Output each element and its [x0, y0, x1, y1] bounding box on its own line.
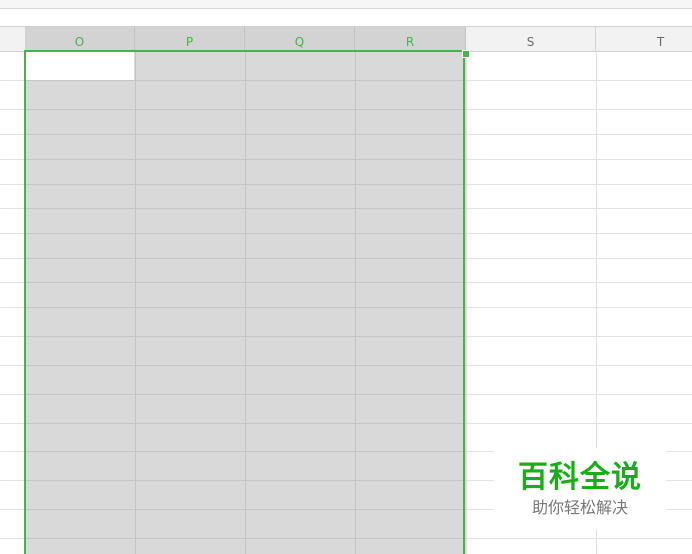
selected-column-line — [245, 51, 246, 554]
fill-handle[interactable] — [462, 50, 470, 58]
watermark-subtitle: 助你轻松解决 — [531, 498, 628, 517]
selected-row-line — [25, 233, 466, 234]
selected-row-line — [25, 184, 466, 185]
selected-row-line — [25, 109, 466, 110]
selected-row-line — [25, 208, 466, 209]
grid-column-line — [466, 51, 467, 554]
selected-row-line — [25, 451, 466, 452]
selected-row-line — [25, 480, 466, 481]
selected-row-line — [25, 509, 466, 510]
selected-row-line — [25, 159, 466, 160]
watermark-badge: 百科全说 助你轻松解决 — [494, 448, 666, 530]
selected-row-line — [25, 336, 466, 337]
selected-row-line — [25, 134, 466, 135]
selected-row-line — [25, 258, 466, 259]
column-header-r[interactable]: R — [355, 27, 466, 52]
watermark-title: 百科全说 — [518, 460, 642, 495]
grid-column-line — [25, 51, 26, 554]
column-header-row: O P Q R S T — [0, 26, 692, 52]
selected-column-line — [135, 51, 136, 554]
spreadsheet-window: O P Q R S T 百科全说 助你轻松解决 — [0, 0, 692, 554]
selected-row-line — [25, 423, 466, 424]
selected-row-line — [25, 307, 466, 308]
column-header-t[interactable]: T — [596, 27, 692, 51]
selected-row-line — [25, 80, 466, 81]
selected-row-line — [25, 394, 466, 395]
selected-row-line — [25, 282, 466, 283]
column-header-s[interactable]: S — [466, 27, 596, 51]
selected-row-line — [25, 365, 466, 366]
column-header-o[interactable]: O — [25, 27, 135, 52]
column-header-q[interactable]: Q — [245, 27, 355, 52]
formula-bar-gap — [0, 9, 692, 26]
selected-row-line — [25, 538, 466, 539]
selected-column-line — [355, 51, 356, 554]
column-header-p[interactable]: P — [135, 27, 245, 52]
toolbar-strip — [0, 0, 692, 9]
active-cell[interactable] — [26, 52, 134, 80]
